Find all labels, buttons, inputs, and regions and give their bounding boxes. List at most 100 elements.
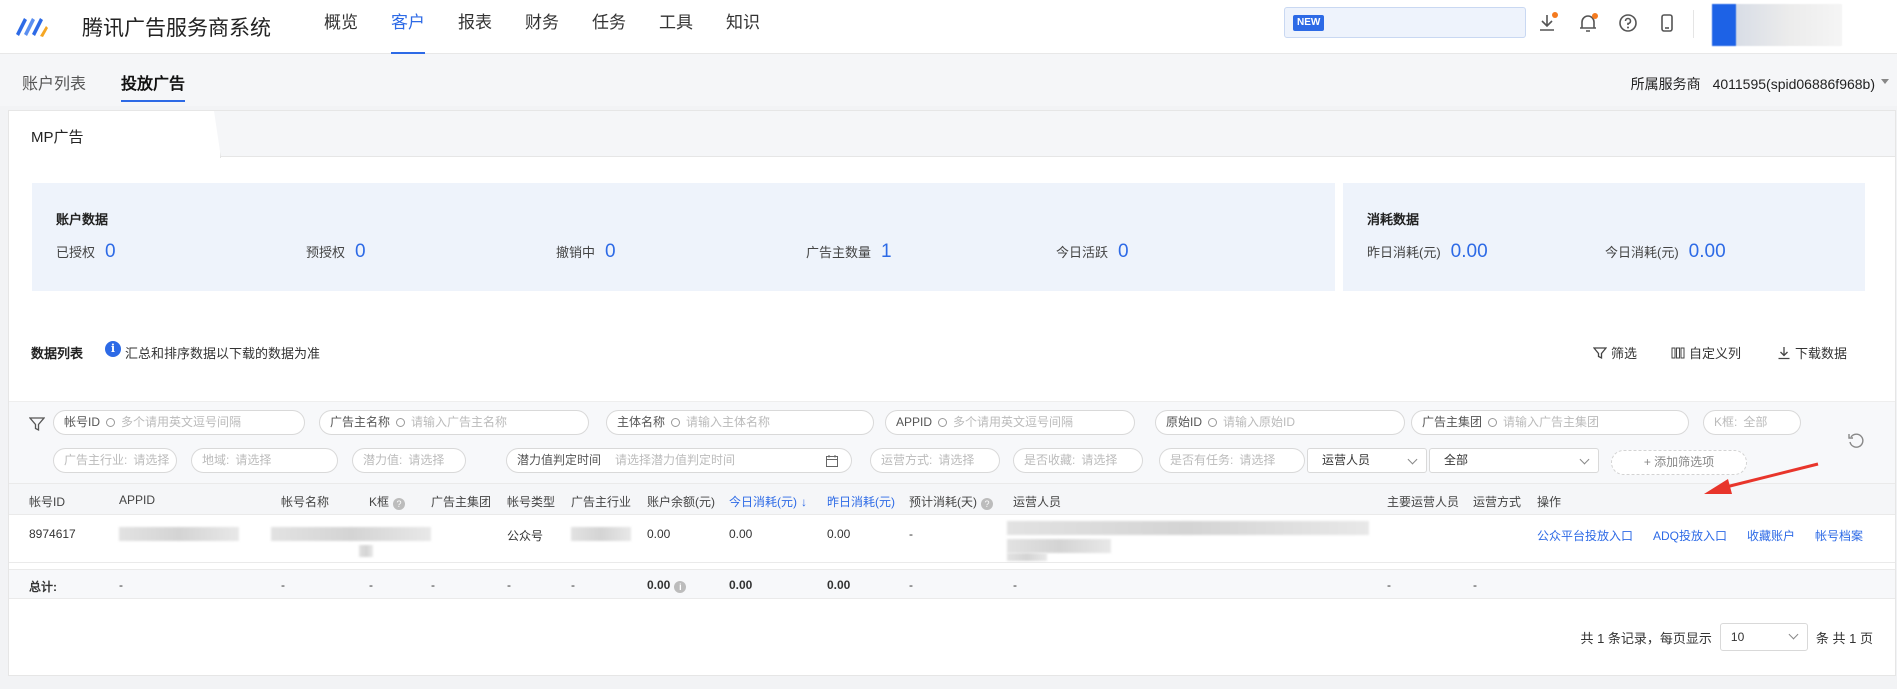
help-icon[interactable]: ? bbox=[981, 498, 993, 510]
global-search-input[interactable]: NEW bbox=[1284, 7, 1526, 38]
nav-overview[interactable]: 概览 bbox=[324, 0, 358, 54]
account-id-filter[interactable]: 帐号ID 多个请用英文逗号间隔 bbox=[53, 410, 305, 435]
new-badge: NEW bbox=[1293, 15, 1325, 31]
help-icon[interactable] bbox=[1617, 12, 1639, 34]
appid-filter[interactable]: APPID 多个请用英文逗号间隔 bbox=[885, 410, 1135, 435]
nav-tools[interactable]: 工具 bbox=[659, 0, 693, 54]
stat-value[interactable]: 0 bbox=[355, 241, 366, 263]
tab-mp-ads-label: MP广告 bbox=[31, 129, 84, 146]
filter-placeholder: 请输入广告主名称 bbox=[411, 415, 508, 429]
filter-placeholder: 请选择 bbox=[1081, 453, 1118, 467]
table-row: 8974617 公众号 0.00 0.00 0.00 - 公众平台投放入口 AD… bbox=[9, 515, 1895, 563]
col-actions: 操作 bbox=[1537, 495, 1562, 509]
stat-value[interactable]: 0 bbox=[1118, 241, 1129, 263]
help-icon[interactable]: ? bbox=[393, 498, 406, 510]
filter-label: 潜力值: bbox=[363, 453, 403, 467]
stat-label: 预授权 bbox=[306, 245, 346, 260]
cell-industry-redacted bbox=[571, 527, 631, 541]
mp-platform-link[interactable]: 公众平台投放入口 bbox=[1537, 527, 1633, 544]
provider-select[interactable]: 所属服务商 4011595(spid06886f968b) bbox=[1630, 74, 1889, 94]
filter-label: 运营方式: bbox=[881, 453, 933, 467]
filter-label: 主体名称 bbox=[617, 415, 666, 429]
col-account-id: 帐号ID bbox=[29, 495, 66, 509]
filter-placeholder: 多个请用英文逗号间隔 bbox=[121, 415, 242, 429]
sort-down-icon[interactable]: ↓ bbox=[801, 495, 807, 509]
advertiser-name-filter[interactable]: 广告主名称 请输入广告主名称 bbox=[319, 410, 589, 435]
app-logo-icon[interactable] bbox=[14, 12, 50, 40]
main-nav: 概览 客户 报表 财务 任务 工具 知识 bbox=[324, 0, 760, 54]
stat-value[interactable]: 0 bbox=[605, 241, 616, 263]
favorite-account-link[interactable]: 收藏账户 bbox=[1747, 527, 1795, 544]
original-id-filter[interactable]: 原始ID 请输入原始ID bbox=[1155, 410, 1405, 435]
total-advertiser-group: - bbox=[431, 578, 435, 592]
potential-time-filter[interactable]: 潜力值判定时间 请选择潜力值判定时间 bbox=[506, 448, 852, 473]
refresh-icon[interactable] bbox=[1847, 432, 1865, 450]
operator-value-select[interactable]: 全部 bbox=[1429, 448, 1599, 473]
mobile-icon[interactable] bbox=[1656, 12, 1678, 34]
filter-button[interactable]: 筛选 bbox=[1592, 343, 1637, 362]
col-advertiser-group: 广告主集团 bbox=[431, 495, 492, 509]
filter-label: 广告主名称 bbox=[330, 415, 391, 429]
stat-advertiser-count: 广告主数量 1 bbox=[806, 241, 892, 263]
cell-account-name-redacted bbox=[271, 527, 431, 541]
filter-label: 广告主集团 bbox=[1422, 415, 1483, 429]
has-task-filter[interactable]: 是否有任务: 请选择 bbox=[1159, 448, 1305, 473]
stat-value: 0.00 bbox=[1688, 241, 1726, 262]
total-today-consume: 0.00 bbox=[729, 578, 753, 592]
bell-icon[interactable] bbox=[1577, 12, 1599, 34]
download-icon[interactable] bbox=[1536, 12, 1558, 34]
operator-type-select[interactable]: 运营人员 bbox=[1307, 448, 1427, 473]
chevron-down-icon bbox=[1407, 454, 1418, 465]
page-size-select[interactable]: 10 bbox=[1719, 623, 1808, 651]
stat-label: 广告主数量 bbox=[806, 245, 872, 260]
filter-label: 地域: bbox=[202, 453, 230, 467]
funnel-icon[interactable] bbox=[29, 416, 45, 432]
col-k-frame-label: K框 bbox=[369, 495, 390, 509]
filter-label: K框: bbox=[1714, 415, 1738, 429]
col-appid: APPID bbox=[119, 493, 156, 507]
download-data-button[interactable]: 下载数据 bbox=[1777, 343, 1847, 362]
provider-label: 所属服务商 bbox=[1630, 76, 1701, 92]
operation-mode-filter[interactable]: 运营方式: 请选择 bbox=[870, 448, 1000, 473]
filter-label: 广告主行业: bbox=[64, 453, 128, 467]
app-title: 腾讯广告服务商系统 bbox=[82, 17, 271, 40]
nav-knowledge[interactable]: 知识 bbox=[726, 0, 760, 54]
tab-mp-ads[interactable]: MP广告 bbox=[9, 111, 221, 158]
tab-account-list[interactable]: 账户列表 bbox=[22, 70, 86, 94]
favorite-filter[interactable]: 是否收藏: 请选择 bbox=[1013, 448, 1143, 473]
adq-platform-link[interactable]: ADQ投放入口 bbox=[1653, 527, 1727, 544]
tab-ad-delivery[interactable]: 投放广告 bbox=[121, 70, 186, 102]
top-bar: 腾讯广告服务商系统 概览 客户 报表 财务 任务 工具 知识 NEW bbox=[0, 0, 1897, 54]
cell-yesterday-consume: 0.00 bbox=[827, 527, 851, 541]
entity-name-filter[interactable]: 主体名称 请输入主体名称 bbox=[606, 410, 874, 435]
info-icon[interactable]: i bbox=[674, 581, 687, 593]
filter-placeholder: 请选择潜力值判定时间 bbox=[615, 453, 736, 467]
k-frame-filter[interactable]: K框: 全部 bbox=[1703, 410, 1801, 435]
total-industry: - bbox=[571, 578, 575, 592]
advertiser-group-filter[interactable]: 广告主集团 请输入广告主集团 bbox=[1411, 410, 1689, 435]
col-today-consume[interactable]: 今日消耗(元) ↓ bbox=[729, 493, 807, 510]
user-avatar[interactable] bbox=[1712, 4, 1842, 46]
filter-placeholder: 请选择 bbox=[235, 453, 272, 467]
account-profile-link[interactable]: 帐号档案 bbox=[1815, 527, 1863, 544]
advertiser-industry-filter[interactable]: 广告主行业: 请选择 bbox=[53, 448, 177, 473]
cell-operator-redacted-3 bbox=[1007, 553, 1047, 561]
search-icon bbox=[396, 418, 406, 427]
stat-revoking: 撤销中 0 bbox=[556, 241, 616, 263]
total-yesterday-consume: 0.00 bbox=[827, 578, 851, 592]
pager-summary: 共 1 条记录，每页显示 bbox=[1580, 630, 1712, 646]
stat-label: 今日消耗(元) bbox=[1605, 245, 1679, 260]
consume-stats-panel: 消耗数据 昨日消耗(元) 0.00 今日消耗(元) 0.00 bbox=[1343, 183, 1865, 291]
col-yesterday-consume[interactable]: 昨日消耗(元) bbox=[827, 493, 895, 510]
custom-columns-button[interactable]: 自定义列 bbox=[1671, 343, 1741, 362]
nav-tasks[interactable]: 任务 bbox=[592, 0, 626, 54]
region-filter[interactable]: 地域: 请选择 bbox=[191, 448, 338, 473]
total-account-type: - bbox=[507, 578, 511, 592]
stat-value[interactable]: 1 bbox=[881, 241, 892, 263]
stat-value[interactable]: 0 bbox=[105, 241, 116, 263]
cell-account-type: 公众号 bbox=[507, 529, 544, 543]
nav-finance[interactable]: 财务 bbox=[525, 0, 559, 54]
nav-reports[interactable]: 报表 bbox=[458, 0, 492, 54]
nav-customers[interactable]: 客户 bbox=[391, 0, 425, 54]
potential-filter[interactable]: 潜力值: 请选择 bbox=[352, 448, 466, 473]
